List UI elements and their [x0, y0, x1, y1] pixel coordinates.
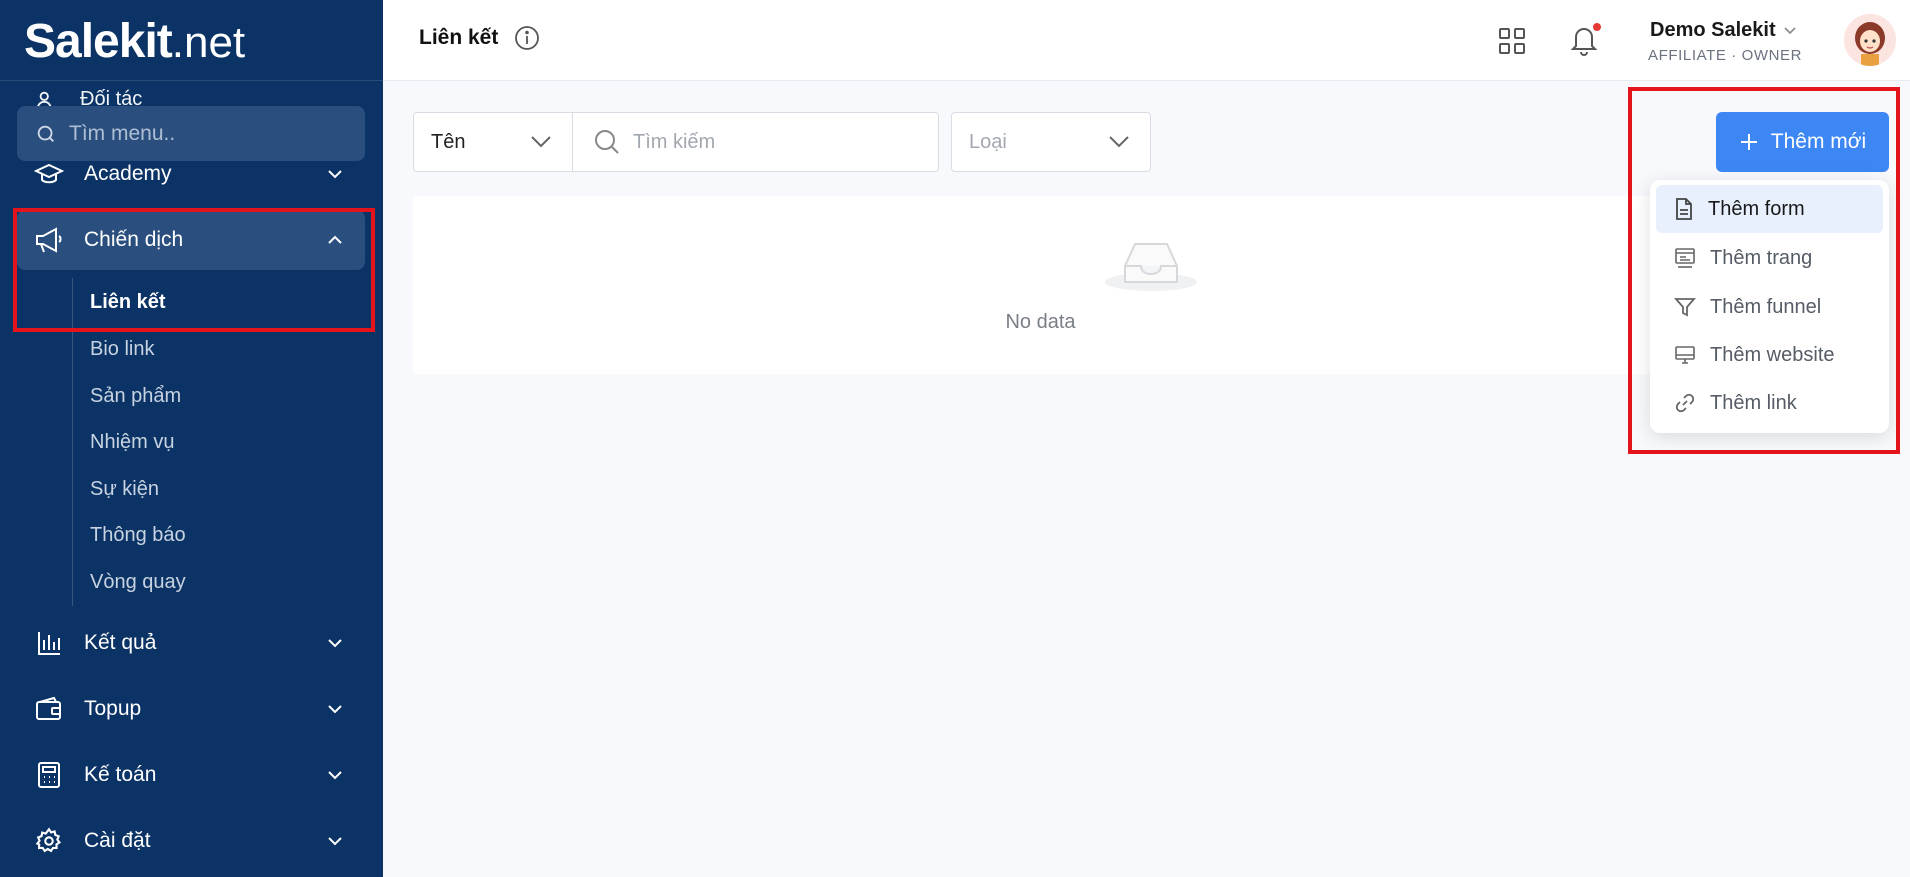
sidebar-item-results[interactable]: Kết quả	[17, 613, 365, 673]
add-new-button[interactable]: Thêm mới	[1716, 112, 1889, 172]
chevron-down-icon	[327, 638, 343, 648]
sidebar-subitem-links[interactable]: Liên kết	[90, 291, 166, 314]
chevron-down-icon	[327, 836, 343, 846]
type-select[interactable]: Loại	[951, 112, 1151, 172]
add-new-dropdown: Thêm form Thêm trang Thêm funnel Thêm we…	[1650, 180, 1889, 433]
menu-item-add-form[interactable]: Thêm form	[1656, 185, 1883, 233]
submenu-line	[72, 278, 73, 606]
monitor-icon	[1674, 344, 1696, 366]
avatar[interactable]	[1844, 14, 1896, 66]
sidebar-item-label: Chiến dịch	[84, 228, 184, 251]
sidebar-item-label: Cài đặt	[84, 829, 151, 852]
chevron-down-icon	[530, 135, 552, 149]
logo-light: .net	[171, 18, 246, 67]
menu-item-add-funnel[interactable]: Thêm funnel	[1656, 283, 1883, 331]
menu-item-label: Thêm form	[1708, 197, 1805, 220]
calculator-icon	[34, 760, 64, 790]
funnel-icon	[1674, 296, 1696, 318]
menu-search-placeholder: Tìm menu..	[69, 121, 176, 145]
sidebar-item-topup[interactable]: Topup	[17, 679, 365, 739]
link-icon	[1674, 392, 1696, 414]
logo-divider	[0, 80, 383, 81]
chevron-down-icon	[1108, 135, 1130, 149]
page-icon	[1674, 247, 1696, 269]
sidebar-item-label: Topup	[84, 697, 142, 720]
file-icon	[1674, 198, 1694, 220]
gear-icon	[34, 826, 64, 856]
user-role: AFFILIATE · OWNER	[1648, 47, 1803, 64]
sidebar-subitem-notifications[interactable]: Thông báo	[90, 524, 186, 547]
apps-grid-icon[interactable]	[1498, 27, 1526, 55]
wallet-icon	[34, 694, 64, 724]
search-input[interactable]: Tìm kiếm	[572, 112, 939, 172]
menu-item-add-link[interactable]: Thêm link	[1656, 379, 1883, 427]
menu-item-label: Thêm funnel	[1710, 295, 1822, 318]
page-title: Liên kết	[419, 26, 499, 49]
sidebar-item-label: Kế toán	[84, 763, 157, 786]
logo-bold: Salekit	[24, 15, 173, 68]
add-new-label: Thêm mới	[1770, 130, 1867, 153]
search-icon	[593, 128, 621, 156]
empty-text: No data	[1005, 311, 1076, 333]
user-menu[interactable]: Demo Salekit	[1650, 19, 1796, 42]
sidebar-item-campaign[interactable]: Chiến dịch	[17, 210, 365, 270]
menu-item-add-website[interactable]: Thêm website	[1656, 331, 1883, 379]
graduation-cap-icon	[34, 159, 64, 189]
sidebar-subitem-bio-link[interactable]: Bio link	[90, 338, 154, 361]
empty-inbox-icon	[1103, 226, 1199, 292]
sidebar-subitem-tasks[interactable]: Nhiệm vụ	[90, 431, 174, 454]
sidebar-subitem-events[interactable]: Sự kiện	[90, 478, 159, 501]
bar-chart-icon	[34, 628, 64, 658]
empty-state-card: No data	[413, 196, 1668, 374]
chevron-down-icon	[327, 169, 343, 179]
menu-item-label: Thêm website	[1710, 343, 1835, 366]
info-icon[interactable]	[514, 25, 540, 51]
sidebar-subitem-products[interactable]: Sản phẩm	[90, 385, 181, 408]
field-select[interactable]: Tên	[413, 112, 573, 172]
logo[interactable]: Salekit .net	[24, 14, 245, 68]
field-select-value: Tên	[431, 130, 466, 153]
sidebar-item-label: Academy	[84, 162, 172, 185]
chevron-down-icon	[1784, 26, 1796, 35]
sidebar-item-label: Kết quả	[84, 631, 157, 654]
user-name: Demo Salekit	[1650, 19, 1776, 41]
menu-item-label: Thêm trang	[1710, 246, 1813, 269]
type-select-placeholder: Loại	[969, 130, 1007, 153]
menu-item-add-page[interactable]: Thêm trang	[1656, 234, 1883, 282]
sidebar-item-accounting[interactable]: Kế toán	[17, 745, 365, 805]
megaphone-icon	[34, 225, 64, 255]
sidebar-subitem-lucky-wheel[interactable]: Vòng quay	[90, 571, 186, 594]
sidebar-item-settings[interactable]: Cài đặt	[17, 811, 365, 871]
notification-dot	[1592, 22, 1602, 32]
chevron-down-icon	[327, 770, 343, 780]
sidebar: Salekit .net Đối tác Tìm menu.. Academy …	[0, 0, 383, 877]
search-icon	[35, 123, 57, 145]
menu-item-label: Thêm link	[1710, 391, 1797, 414]
search-placeholder: Tìm kiếm	[633, 130, 716, 153]
plus-icon	[1739, 132, 1759, 152]
chevron-up-icon	[327, 235, 343, 245]
top-header: Liên kết Demo Salekit AFFILIATE · OWNER	[383, 0, 1910, 81]
sidebar-item-academy[interactable]: Academy	[17, 144, 365, 204]
chevron-down-icon	[327, 704, 343, 714]
